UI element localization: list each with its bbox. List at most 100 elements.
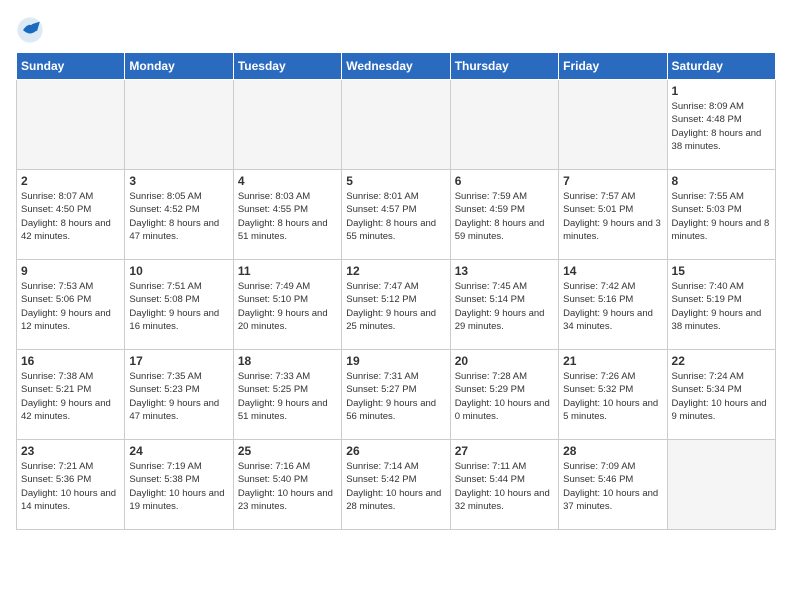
day-info: Sunrise: 7:53 AM Sunset: 5:06 PM Dayligh…	[21, 280, 120, 333]
day-info: Sunrise: 7:49 AM Sunset: 5:10 PM Dayligh…	[238, 280, 337, 333]
calendar-cell: 22 Sunrise: 7:24 AM Sunset: 5:34 PM Dayli…	[667, 350, 775, 440]
calendar-cell: 25 Sunrise: 7:16 AM Sunset: 5:40 PM Dayli…	[233, 440, 341, 530]
day-info: Sunrise: 7:40 AM Sunset: 5:19 PM Dayligh…	[672, 280, 771, 333]
calendar-cell	[125, 80, 233, 170]
calendar-cell	[559, 80, 667, 170]
calendar-cell: 19 Sunrise: 7:31 AM Sunset: 5:27 PM Dayli…	[342, 350, 450, 440]
calendar-cell	[17, 80, 125, 170]
day-info: Sunrise: 7:45 AM Sunset: 5:14 PM Dayligh…	[455, 280, 554, 333]
calendar-day-header: Tuesday	[233, 53, 341, 80]
calendar-cell: 8 Sunrise: 7:55 AM Sunset: 5:03 PM Daylig…	[667, 170, 775, 260]
calendar-day-header: Wednesday	[342, 53, 450, 80]
calendar-cell: 17 Sunrise: 7:35 AM Sunset: 5:23 PM Dayli…	[125, 350, 233, 440]
calendar-body: 1 Sunrise: 8:09 AM Sunset: 4:48 PM Daylig…	[17, 80, 776, 530]
calendar-cell: 14 Sunrise: 7:42 AM Sunset: 5:16 PM Dayli…	[559, 260, 667, 350]
day-info: Sunrise: 7:35 AM Sunset: 5:23 PM Dayligh…	[129, 370, 228, 423]
calendar-cell: 23 Sunrise: 7:21 AM Sunset: 5:36 PM Dayli…	[17, 440, 125, 530]
calendar-day-header: Thursday	[450, 53, 558, 80]
calendar-day-header: Friday	[559, 53, 667, 80]
calendar-cell: 9Sunrise: 7:53 AM Sunset: 5:06 PM Daylig…	[17, 260, 125, 350]
day-number: 5	[346, 174, 445, 188]
calendar-cell	[450, 80, 558, 170]
day-number: 1	[672, 84, 771, 98]
day-number: 28	[563, 444, 662, 458]
calendar-cell	[233, 80, 341, 170]
day-info: Sunrise: 8:07 AM Sunset: 4:50 PM Dayligh…	[21, 190, 120, 243]
day-number: 19	[346, 354, 445, 368]
calendar-cell: 6Sunrise: 7:59 AM Sunset: 4:59 PM Daylig…	[450, 170, 558, 260]
calendar-week-row: 9Sunrise: 7:53 AM Sunset: 5:06 PM Daylig…	[17, 260, 776, 350]
day-info: Sunrise: 7:16 AM Sunset: 5:40 PM Dayligh…	[238, 460, 337, 513]
calendar-week-row: 23 Sunrise: 7:21 AM Sunset: 5:36 PM Dayli…	[17, 440, 776, 530]
day-info: Sunrise: 7:59 AM Sunset: 4:59 PM Dayligh…	[455, 190, 554, 243]
day-number: 18	[238, 354, 337, 368]
calendar-week-row: 2 Sunrise: 8:07 AM Sunset: 4:50 PM Daylig…	[17, 170, 776, 260]
day-number: 11	[238, 264, 337, 278]
calendar-cell: 3 Sunrise: 8:05 AM Sunset: 4:52 PM Daylig…	[125, 170, 233, 260]
day-info: Sunrise: 7:21 AM Sunset: 5:36 PM Dayligh…	[21, 460, 120, 513]
calendar-cell	[667, 440, 775, 530]
day-number: 25	[238, 444, 337, 458]
day-info: Sunrise: 7:55 AM Sunset: 5:03 PM Dayligh…	[672, 190, 771, 243]
day-info: Sunrise: 8:01 AM Sunset: 4:57 PM Dayligh…	[346, 190, 445, 243]
calendar-cell: 18 Sunrise: 7:33 AM Sunset: 5:25 PM Dayli…	[233, 350, 341, 440]
calendar-cell: 20Sunrise: 7:28 AM Sunset: 5:29 PM Dayli…	[450, 350, 558, 440]
day-number: 17	[129, 354, 228, 368]
page-header	[16, 16, 776, 44]
day-info: Sunrise: 7:33 AM Sunset: 5:25 PM Dayligh…	[238, 370, 337, 423]
day-info: Sunrise: 7:31 AM Sunset: 5:27 PM Dayligh…	[346, 370, 445, 423]
calendar-cell: 15 Sunrise: 7:40 AM Sunset: 5:19 PM Dayli…	[667, 260, 775, 350]
calendar-cell: 21Sunrise: 7:26 AM Sunset: 5:32 PM Dayli…	[559, 350, 667, 440]
calendar-week-row: 16 Sunrise: 7:38 AM Sunset: 5:21 PM Dayli…	[17, 350, 776, 440]
calendar-cell: 2 Sunrise: 8:07 AM Sunset: 4:50 PM Daylig…	[17, 170, 125, 260]
day-info: Sunrise: 7:19 AM Sunset: 5:38 PM Dayligh…	[129, 460, 228, 513]
day-number: 23	[21, 444, 120, 458]
calendar-cell: 12 Sunrise: 7:47 AM Sunset: 5:12 PM Dayli…	[342, 260, 450, 350]
calendar-cell: 13 Sunrise: 7:45 AM Sunset: 5:14 PM Dayli…	[450, 260, 558, 350]
day-info: Sunrise: 7:51 AM Sunset: 5:08 PM Dayligh…	[129, 280, 228, 333]
calendar-cell: 24Sunrise: 7:19 AM Sunset: 5:38 PM Dayli…	[125, 440, 233, 530]
calendar-cell: 28 Sunrise: 7:09 AM Sunset: 5:46 PM Dayli…	[559, 440, 667, 530]
day-number: 3	[129, 174, 228, 188]
calendar-cell: 27 Sunrise: 7:11 AM Sunset: 5:44 PM Dayli…	[450, 440, 558, 530]
day-info: Sunrise: 8:05 AM Sunset: 4:52 PM Dayligh…	[129, 190, 228, 243]
day-number: 26	[346, 444, 445, 458]
day-number: 2	[21, 174, 120, 188]
day-number: 21	[563, 354, 662, 368]
day-info: Sunrise: 7:14 AM Sunset: 5:42 PM Dayligh…	[346, 460, 445, 513]
calendar-cell: 4Sunrise: 8:03 AM Sunset: 4:55 PM Daylig…	[233, 170, 341, 260]
calendar-table: SundayMondayTuesdayWednesdayThursdayFrid…	[16, 52, 776, 530]
calendar-header-row: SundayMondayTuesdayWednesdayThursdayFrid…	[17, 53, 776, 80]
day-number: 15	[672, 264, 771, 278]
calendar-cell: 10Sunrise: 7:51 AM Sunset: 5:08 PM Dayli…	[125, 260, 233, 350]
day-info: Sunrise: 7:24 AM Sunset: 5:34 PM Dayligh…	[672, 370, 771, 423]
day-number: 27	[455, 444, 554, 458]
calendar-cell: 5 Sunrise: 8:01 AM Sunset: 4:57 PM Daylig…	[342, 170, 450, 260]
day-info: Sunrise: 7:42 AM Sunset: 5:16 PM Dayligh…	[563, 280, 662, 333]
calendar-cell: 11 Sunrise: 7:49 AM Sunset: 5:10 PM Dayli…	[233, 260, 341, 350]
day-number: 14	[563, 264, 662, 278]
calendar-cell: 26 Sunrise: 7:14 AM Sunset: 5:42 PM Dayli…	[342, 440, 450, 530]
calendar-day-header: Sunday	[17, 53, 125, 80]
day-info: Sunrise: 7:47 AM Sunset: 5:12 PM Dayligh…	[346, 280, 445, 333]
day-number: 22	[672, 354, 771, 368]
day-number: 12	[346, 264, 445, 278]
day-number: 13	[455, 264, 554, 278]
day-info: Sunrise: 7:38 AM Sunset: 5:21 PM Dayligh…	[21, 370, 120, 423]
calendar-cell: 7 Sunrise: 7:57 AM Sunset: 5:01 PM Daylig…	[559, 170, 667, 260]
day-info: Sunrise: 7:57 AM Sunset: 5:01 PM Dayligh…	[563, 190, 662, 243]
calendar-cell: 1 Sunrise: 8:09 AM Sunset: 4:48 PM Daylig…	[667, 80, 775, 170]
calendar-cell	[342, 80, 450, 170]
day-number: 8	[672, 174, 771, 188]
day-info: Sunrise: 7:11 AM Sunset: 5:44 PM Dayligh…	[455, 460, 554, 513]
calendar-cell: 16 Sunrise: 7:38 AM Sunset: 5:21 PM Dayli…	[17, 350, 125, 440]
day-number: 7	[563, 174, 662, 188]
calendar-day-header: Saturday	[667, 53, 775, 80]
calendar-week-row: 1 Sunrise: 8:09 AM Sunset: 4:48 PM Daylig…	[17, 80, 776, 170]
day-info: Sunrise: 8:09 AM Sunset: 4:48 PM Dayligh…	[672, 100, 771, 153]
day-number: 20	[455, 354, 554, 368]
day-info: Sunrise: 8:03 AM Sunset: 4:55 PM Dayligh…	[238, 190, 337, 243]
day-number: 16	[21, 354, 120, 368]
logo-icon	[16, 16, 44, 44]
day-info: Sunrise: 7:09 AM Sunset: 5:46 PM Dayligh…	[563, 460, 662, 513]
